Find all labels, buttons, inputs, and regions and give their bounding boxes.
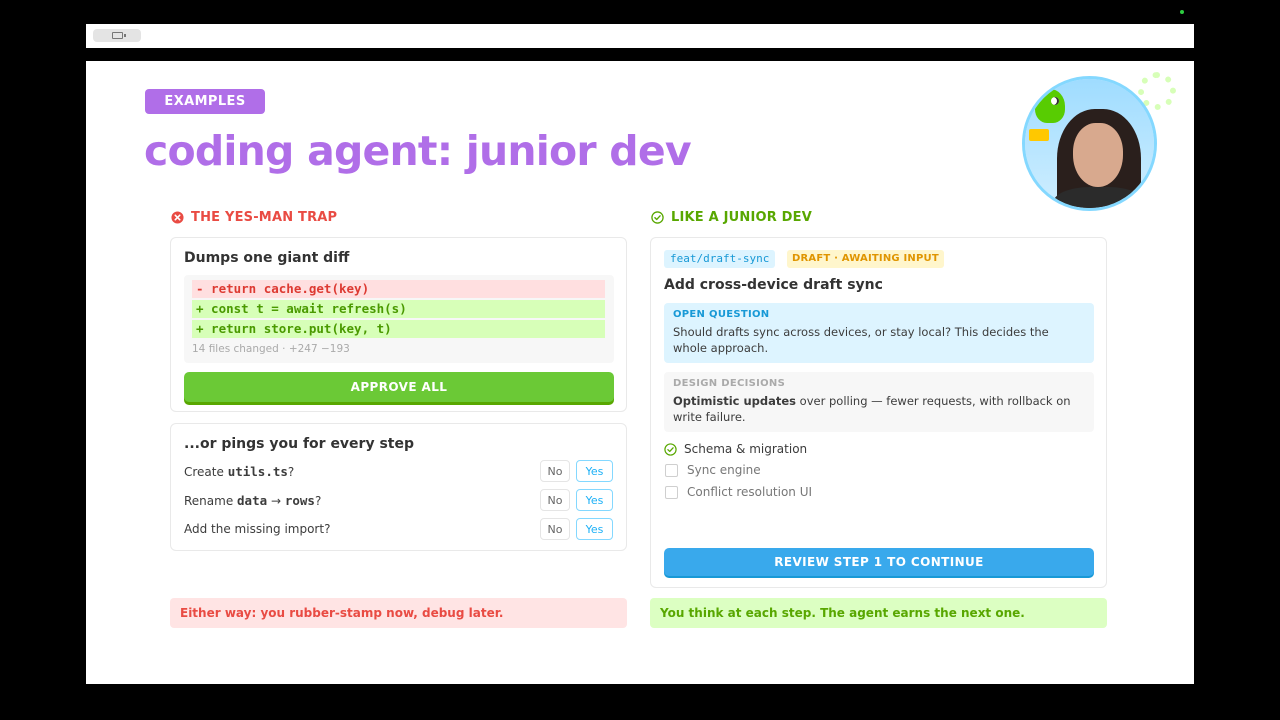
mascot-bird-icon xyxy=(1035,89,1065,123)
checklist-item[interactable]: Schema & migration xyxy=(664,440,807,458)
step-row: Rename data → rows? No Yes xyxy=(184,489,614,511)
step-text: ? xyxy=(287,465,295,479)
yes-man-heading: THE YES-MAN TRAP xyxy=(171,210,337,225)
pr-title: Add cross-device draft sync xyxy=(664,277,883,293)
diff-stats: 14 files changed · +247 −193 xyxy=(192,343,350,355)
checklist-item[interactable]: Conflict resolution UI xyxy=(664,483,812,501)
checklist-item[interactable]: Sync engine xyxy=(664,461,761,479)
open-question-box: OPEN QUESTION Should drafts sync across … xyxy=(664,303,1094,363)
diff-line-added: + const t = await refresh(s) xyxy=(192,300,605,318)
section-badge: EXAMPLES xyxy=(145,89,265,114)
step-code: data xyxy=(237,493,268,508)
diff-block: - return cache.get(key) + const t = awai… xyxy=(184,275,614,363)
step-code: rows xyxy=(284,493,315,508)
step-arrow: → xyxy=(267,494,285,508)
browser-top-bar xyxy=(86,24,1194,48)
junior-dev-heading-text: LIKE A JUNIOR DEV xyxy=(671,210,813,225)
presenter-webcam xyxy=(1022,76,1157,211)
checkbox-icon[interactable] xyxy=(665,463,678,477)
status-badge: DRAFT · AWAITING INPUT xyxy=(787,250,944,268)
diff-line-removed: - return cache.get(key) xyxy=(192,280,605,298)
design-decisions-kicker: DESIGN DECISIONS xyxy=(673,378,786,389)
step-text: Create xyxy=(184,465,228,479)
yes-button[interactable]: Yes xyxy=(576,518,613,540)
branch-tag: feat/draft-sync xyxy=(664,250,776,268)
right-takeaway: You think at each step. The agent earns … xyxy=(650,598,1107,628)
step-row: Add the missing import? No Yes xyxy=(184,518,614,540)
design-decisions-box: DESIGN DECISIONS Optimistic updates over… xyxy=(664,372,1094,432)
open-question-text: Should drafts sync across devices, or st… xyxy=(673,325,1049,355)
step-pings-title: ...or pings you for every step xyxy=(184,436,415,452)
check-circle-icon xyxy=(651,211,664,224)
open-question-kicker: OPEN QUESTION xyxy=(673,309,770,320)
design-decisions-text: Optimistic updates over polling — fewer … xyxy=(673,393,1085,425)
step-label: Add the missing import? xyxy=(184,522,330,536)
error-circle-icon xyxy=(171,211,184,224)
step-text: Rename xyxy=(184,494,238,508)
review-step-button[interactable]: REVIEW STEP 1 TO CONTINUE xyxy=(664,548,1094,576)
checkbox-icon[interactable] xyxy=(665,485,678,499)
checklist-label: Schema & migration xyxy=(684,442,808,456)
recording-indicator-icon xyxy=(1180,10,1184,14)
step-code: utils.ts xyxy=(227,464,288,479)
yes-button[interactable]: Yes xyxy=(576,460,613,482)
checklist-label: Conflict resolution UI xyxy=(687,485,813,499)
left-takeaway: Either way: you rubber-stamp now, debug … xyxy=(170,598,627,628)
approve-all-button[interactable]: APPROVE ALL xyxy=(184,372,614,402)
checklist-label: Sync engine xyxy=(687,463,761,477)
step-row: Create utils.ts? No Yes xyxy=(184,460,614,482)
yes-man-heading-text: THE YES-MAN TRAP xyxy=(191,210,338,225)
step-label: Rename data → rows? xyxy=(184,493,321,508)
display-icon xyxy=(111,32,126,39)
design-highlight: Optimistic updates xyxy=(673,394,797,408)
step-label: Create utils.ts? xyxy=(184,464,294,479)
no-button[interactable]: No xyxy=(540,460,570,482)
screen-share-tab[interactable] xyxy=(93,29,141,42)
giant-diff-title: Dumps one giant diff xyxy=(184,250,350,266)
pull-request-card: feat/draft-sync DRAFT · AWAITING INPUT A… xyxy=(650,237,1107,588)
step-text: Add the missing import? xyxy=(184,522,331,536)
diff-line-added: + return store.put(key, t) xyxy=(192,320,605,338)
no-button[interactable]: No xyxy=(540,518,570,540)
step-text: ? xyxy=(314,494,322,508)
step-pings-card: ...or pings you for every step Create ut… xyxy=(170,423,627,551)
slide-title: coding agent: junior dev xyxy=(144,127,692,175)
yes-button[interactable]: Yes xyxy=(576,489,613,511)
junior-dev-heading: LIKE A JUNIOR DEV xyxy=(651,210,812,225)
no-button[interactable]: No xyxy=(540,489,570,511)
giant-diff-card: Dumps one giant diff - return cache.get(… xyxy=(170,237,627,412)
check-circle-icon xyxy=(664,442,677,456)
